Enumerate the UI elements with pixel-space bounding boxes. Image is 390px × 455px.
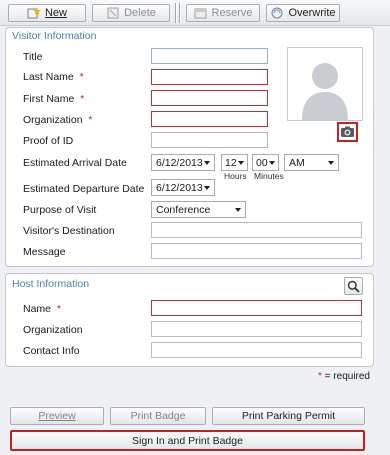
overwrite-button-label: Overwrite — [288, 7, 336, 19]
reserve-icon — [194, 8, 207, 19]
print-badge-button[interactable]: Print Badge — [110, 407, 206, 425]
new-icon — [27, 7, 41, 19]
last-name-field[interactable] — [151, 69, 268, 85]
destination-label: Visitor's Destination — [23, 225, 115, 237]
visitor-section-title: Visitor Information — [12, 30, 97, 42]
organization-label: Organization * — [23, 114, 93, 126]
first-name-field[interactable] — [151, 90, 268, 106]
preview-button[interactable]: Preview — [10, 407, 104, 425]
toolbar-separator — [179, 3, 181, 23]
arrival-minute-value: 00 — [256, 156, 268, 169]
camera-button[interactable] — [337, 122, 358, 142]
host-search-button[interactable] — [344, 277, 363, 295]
new-button[interactable]: New — [8, 4, 86, 22]
host-section-title: Host Information — [12, 278, 90, 290]
toolbar-separator — [175, 3, 177, 23]
preview-button-label: Preview — [38, 410, 76, 422]
print-badge-button-label: Print Badge — [130, 410, 186, 422]
message-label: Message — [23, 246, 66, 258]
message-field[interactable] — [151, 243, 362, 259]
chevron-down-icon — [204, 160, 210, 165]
required-legend: * = required — [318, 371, 370, 382]
new-button-label: New — [44, 7, 67, 19]
arrival-date-value: 6/12/2013 — [156, 156, 203, 169]
chevron-down-icon — [238, 160, 244, 165]
first-name-label: First Name * — [23, 93, 85, 105]
host-organization-field[interactable] — [151, 321, 362, 337]
arrival-date-label: Estimated Arrival Date — [23, 157, 127, 169]
host-organization-label: Organization — [23, 324, 83, 336]
delete-button[interactable]: Delete — [92, 4, 170, 22]
minutes-caption: Minutes — [254, 171, 284, 181]
search-icon — [347, 280, 360, 293]
arrival-minute-select[interactable]: 00 — [252, 154, 279, 171]
reserve-button[interactable]: Reserve — [186, 4, 260, 22]
avatar-placeholder-icon — [302, 63, 348, 120]
overwrite-button[interactable]: Overwrite — [266, 4, 340, 22]
last-name-label: Last Name * — [23, 71, 84, 83]
required-marker: * — [80, 93, 85, 105]
toolbar: New Delete Reserve Overwrite — [0, 0, 390, 26]
arrival-ampm-value: AM — [289, 156, 305, 169]
visitor-photo — [287, 47, 363, 121]
arrival-hour-select[interactable]: 12 — [221, 154, 248, 171]
purpose-label: Purpose of Visit — [23, 204, 97, 216]
host-contact-label: Contact Info — [23, 345, 80, 357]
chevron-down-icon — [204, 185, 210, 190]
chevron-down-icon — [328, 160, 334, 165]
chevron-down-icon — [235, 207, 241, 212]
camera-icon — [341, 126, 354, 137]
required-marker: * — [56, 303, 61, 315]
sign-in-print-badge-label: Sign In and Print Badge — [132, 434, 243, 447]
proof-of-id-label: Proof of ID — [23, 135, 74, 147]
destination-field[interactable] — [151, 222, 362, 238]
proof-of-id-field[interactable] — [151, 132, 268, 148]
departure-date-picker[interactable]: 6/12/2013 — [151, 179, 215, 196]
reserve-button-label: Reserve — [211, 7, 253, 19]
print-parking-permit-button[interactable]: Print Parking Permit — [212, 407, 365, 425]
overwrite-icon — [271, 7, 283, 19]
arrival-date-picker[interactable]: 6/12/2013 — [151, 154, 215, 171]
required-marker: * — [88, 114, 93, 126]
purpose-select[interactable]: Conference — [151, 201, 246, 218]
title-label: Title — [23, 51, 43, 63]
chevron-down-icon — [269, 160, 275, 165]
delete-button-label: Delete — [124, 7, 156, 19]
delete-icon — [107, 7, 119, 19]
host-contact-field[interactable] — [151, 342, 362, 358]
required-marker: * — [79, 71, 84, 83]
host-name-field[interactable] — [151, 300, 362, 316]
sign-in-print-badge-button[interactable]: Sign In and Print Badge — [10, 430, 365, 451]
hours-caption: Hours — [224, 171, 247, 181]
host-name-label: Name * — [23, 303, 61, 315]
arrival-ampm-select[interactable]: AM — [284, 154, 339, 171]
print-parking-permit-label: Print Parking Permit — [241, 410, 336, 422]
departure-date-value: 6/12/2013 — [156, 181, 203, 194]
title-field[interactable] — [151, 48, 268, 64]
required-legend-text: = required — [321, 371, 370, 382]
arrival-hour-value: 12 — [225, 156, 237, 169]
purpose-value: Conference — [156, 203, 211, 216]
departure-date-label: Estimated Departure Date — [23, 183, 145, 195]
organization-field[interactable] — [151, 111, 268, 127]
